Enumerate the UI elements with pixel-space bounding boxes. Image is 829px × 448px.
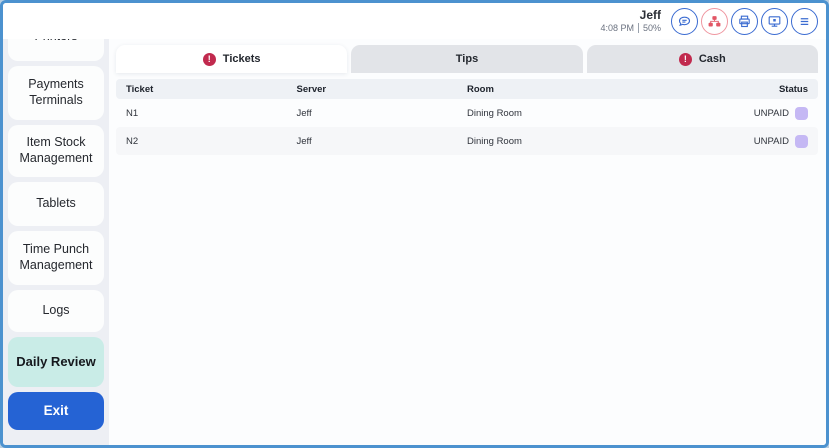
screen-share-button[interactable] [761, 7, 788, 35]
exit-button[interactable]: Exit [8, 392, 104, 430]
status-divider [637, 22, 639, 33]
status-toggle[interactable] [795, 134, 808, 148]
sidebar-item-label: Printers [34, 39, 77, 45]
top-header: Jeff 4:08 PM 50% [3, 3, 826, 39]
printer-icon [737, 14, 752, 29]
cell-server: Jeff [296, 135, 312, 147]
cell-room: Dining Room [467, 135, 522, 147]
cell-server: Jeff [296, 107, 312, 119]
app-window: Jeff 4:08 PM 50% Payments Terminals Item… [0, 0, 829, 448]
sidebar-item-printers[interactable]: Printers [8, 39, 104, 61]
table-row[interactable]: N1 Jeff Dining Room UNPAID [116, 99, 818, 127]
tab-tips[interactable]: Tips [351, 45, 583, 73]
table-row[interactable]: N2 Jeff Dining Room UNPAID [116, 127, 818, 155]
alert-icon: ! [202, 52, 216, 66]
sidebar-item-time-punch-management[interactable]: Time Punch Management [8, 231, 104, 285]
cell-status: UNPAID [736, 106, 808, 120]
sidebar-item-label: Item Stock Management [19, 135, 93, 165]
sidebar-item-tablets[interactable]: Tablets [8, 182, 104, 226]
column-header-status: Status [778, 83, 808, 95]
column-header-ticket: Ticket [126, 83, 154, 95]
tab-label: Tickets [222, 53, 261, 65]
sidebar-item-label: Time Punch Management [19, 242, 93, 272]
column-header-room: Room [467, 83, 494, 95]
tab-bar: ! Tickets Tips ! Cash [116, 45, 818, 73]
user-info: Jeff 4:08 PM 50% [600, 7, 661, 33]
table-header-row: Ticket Server Room Status [116, 79, 818, 99]
print-button[interactable] [731, 7, 758, 35]
main-panel: ! Tickets Tips ! Cash Ticket Server Room… [109, 39, 826, 445]
alert-icon: ! [678, 52, 692, 66]
user-name: Jeff [639, 7, 661, 22]
sidebar-item-payments-terminals[interactable]: Payments Terminals [8, 66, 104, 120]
sidebar-item-label: Payments Terminals [28, 77, 84, 107]
sidebar-nav: Printers Payments Terminals Item Stock M… [3, 39, 109, 445]
body: Printers Payments Terminals Item Stock M… [3, 39, 826, 445]
screen-share-icon [767, 14, 782, 29]
tab-label: Cash [698, 53, 726, 65]
tickets-table: Ticket Server Room Status N1 Jeff Dining… [116, 79, 818, 155]
time-label: 4:08 PM [600, 22, 634, 33]
battery-label: 50% [642, 22, 661, 33]
tab-label: Tips [455, 53, 479, 65]
sidebar-item-logs[interactable]: Logs [8, 290, 104, 332]
cell-status: UNPAID [736, 134, 808, 148]
sidebar-item-daily-review[interactable]: Daily Review [8, 337, 104, 387]
sidebar-item-item-stock-management[interactable]: Item Stock Management [8, 125, 104, 177]
chat-button[interactable] [671, 7, 698, 35]
status-label: UNPAID [753, 107, 789, 119]
chat-icon [677, 14, 692, 29]
status-toggle[interactable] [795, 106, 808, 120]
network-button[interactable] [701, 7, 728, 35]
menu-button[interactable] [791, 7, 818, 35]
cell-ticket: N1 [126, 107, 139, 119]
cell-room: Dining Room [467, 107, 522, 119]
tab-tickets[interactable]: ! Tickets [116, 45, 348, 73]
cell-ticket: N2 [126, 135, 139, 147]
menu-icon [797, 14, 812, 29]
column-header-server: Server [296, 83, 327, 95]
status-label: UNPAID [753, 135, 789, 147]
network-icon [707, 14, 722, 29]
sidebar-item-label: Daily Review [16, 353, 96, 369]
sidebar-item-label: Logs [42, 303, 70, 318]
user-status: 4:08 PM 50% [600, 23, 661, 33]
sidebar-item-label: Tablets [36, 196, 76, 211]
tab-cash[interactable]: ! Cash [586, 45, 818, 73]
exit-button-label: Exit [43, 402, 69, 418]
